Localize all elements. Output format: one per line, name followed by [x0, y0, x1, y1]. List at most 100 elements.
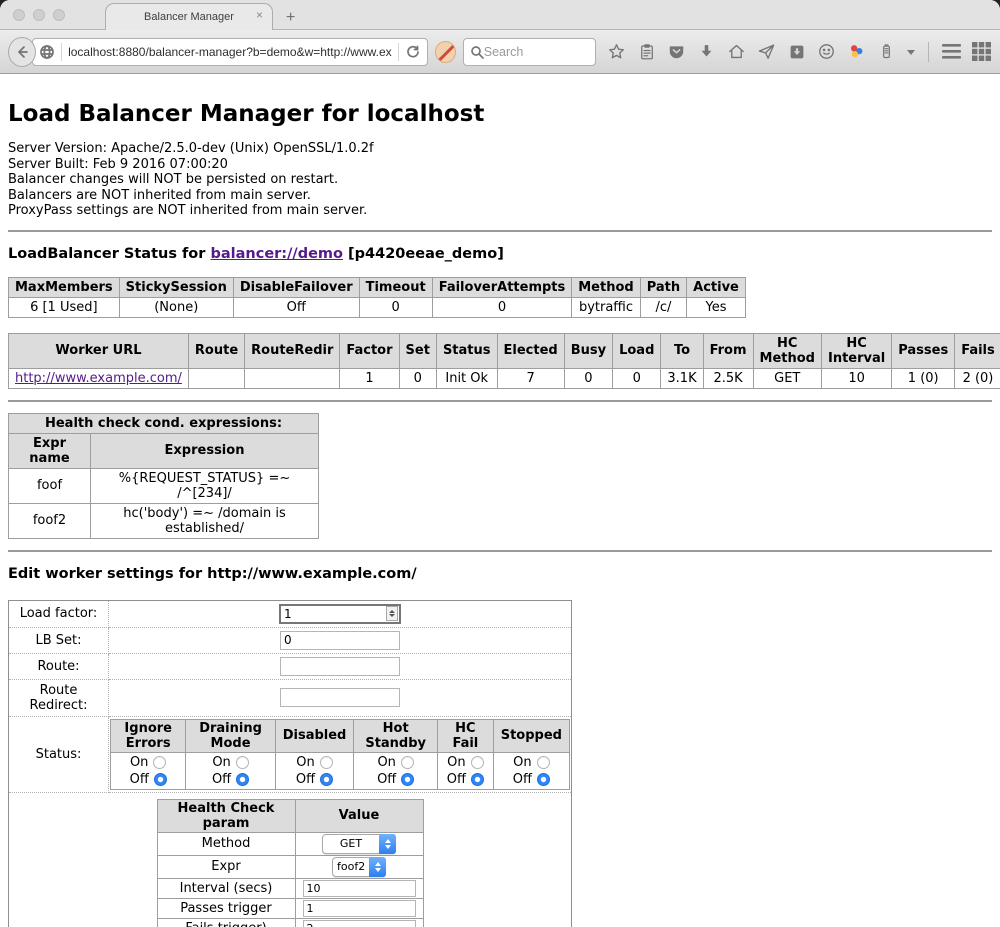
color-dots-icon[interactable] [846, 41, 867, 62]
fails-label: Fails trigger) [157, 918, 295, 927]
radio-off[interactable] [154, 773, 167, 786]
on-label: On [513, 754, 531, 771]
col-timeout: Timeout [359, 277, 432, 297]
cell-method: bytraffic [572, 297, 640, 317]
status-header-row: Ignore Errors Draining Mode Disabled Hot… [111, 719, 570, 752]
col-from: From [703, 333, 753, 368]
cell-worker-url: http://www.example.com/ [9, 368, 189, 388]
fails-input[interactable] [303, 920, 416, 927]
cell-hc-method: GET [753, 368, 821, 388]
url-bar[interactable]: localhost:8880/balancer-manager?b=demo&w… [32, 38, 428, 66]
status-table: Ignore Errors Draining Mode Disabled Hot… [110, 719, 570, 790]
page-title: Load Balancer Manager for localhost [8, 74, 992, 127]
tab-close-icon[interactable]: × [256, 9, 263, 21]
radio-on[interactable] [537, 756, 550, 769]
on-label: On [377, 754, 395, 771]
radio-on[interactable] [153, 756, 166, 769]
home-icon[interactable] [726, 41, 747, 62]
off-label: Off [377, 771, 396, 788]
radio-on[interactable] [401, 756, 414, 769]
search-input[interactable] [484, 45, 584, 59]
balancer-demo-link[interactable]: balancer://demo [210, 246, 343, 262]
radio-off[interactable] [320, 773, 333, 786]
radio-on[interactable] [320, 756, 333, 769]
cell-failoverattempts: 0 [432, 297, 572, 317]
status-label: Status: [9, 716, 109, 792]
edit-worker-form: Load factor: LB Set: Route: Route Redire… [8, 600, 572, 927]
grid-tiles-icon[interactable] [971, 41, 992, 62]
lb-set-input[interactable] [280, 631, 400, 650]
hc-row-fails: Fails trigger) [157, 918, 423, 927]
pocket-icon[interactable] [666, 41, 687, 62]
hc-row-passes: Passes trigger [157, 898, 423, 918]
clipboard-icon[interactable] [636, 41, 657, 62]
form-row-route-redirect: Route Redirect: [9, 679, 572, 716]
window-close-button[interactable] [13, 9, 25, 21]
server-info: Server Version: Apache/2.5.0-dev (Unix) … [8, 141, 992, 219]
cell-expr-name: foof2 [9, 503, 91, 538]
method-select[interactable]: GET [322, 834, 396, 854]
tab-balancer-manager[interactable]: Balancer Manager × [105, 3, 273, 30]
cell-timeout: 0 [359, 297, 432, 317]
cell-route [188, 368, 244, 388]
select-stepper-icon [369, 857, 386, 877]
expr-select[interactable]: foof2 [332, 857, 386, 877]
new-tab-button[interactable]: + [286, 9, 295, 27]
off-label: Off [212, 771, 231, 788]
divider [8, 230, 992, 232]
downloads-icon[interactable] [696, 41, 717, 62]
page-content: Load Balancer Manager for localhost Serv… [0, 74, 1000, 927]
magnifier-icon [470, 45, 484, 59]
reload-icon[interactable] [405, 44, 421, 60]
col-hc-value: Value [295, 799, 423, 832]
load-factor-input[interactable] [279, 604, 401, 624]
radio-off[interactable] [236, 773, 249, 786]
menu-hamburger-icon[interactable] [941, 41, 962, 62]
route-label: Route: [9, 653, 109, 679]
col-hc-method: HC Method [753, 333, 821, 368]
window-zoom-button[interactable] [53, 9, 65, 21]
proxypass-note-line: ProxyPass settings are NOT inherited fro… [8, 203, 992, 219]
radio-off[interactable] [401, 773, 414, 786]
testpilot-battery-icon[interactable] [876, 41, 897, 62]
radio-on[interactable] [471, 756, 484, 769]
window-minimize-button[interactable] [33, 9, 45, 21]
interval-input[interactable] [303, 880, 416, 897]
col-busy: Busy [564, 333, 612, 368]
radio-off[interactable] [471, 773, 484, 786]
form-row-hc-params: Health Check param Value Method GET [9, 792, 572, 927]
passes-input[interactable] [303, 900, 416, 917]
edit-worker-heading: Edit worker settings for http://www.exam… [8, 566, 992, 582]
number-stepper-icon[interactable] [386, 606, 398, 621]
chat-smiley-icon[interactable] [816, 41, 837, 62]
status-cell-stopped: On Off [493, 752, 569, 789]
status-cell-draining-mode: On Off [186, 752, 275, 789]
url-text[interactable]: localhost:8880/balancer-manager?b=demo&w… [68, 45, 392, 59]
col-worker-url: Worker URL [9, 333, 189, 368]
off-label: Off [130, 771, 149, 788]
radio-on[interactable] [236, 756, 249, 769]
worker-url-link[interactable]: http://www.example.com/ [15, 371, 182, 386]
route-redirect-input[interactable] [280, 688, 400, 707]
hc-row-interval: Interval (secs) [157, 878, 423, 898]
send-icon[interactable] [756, 41, 777, 62]
save-page-icon[interactable] [786, 41, 807, 62]
col-ignore-errors: Ignore Errors [111, 719, 186, 752]
toolbar-separator [928, 42, 929, 62]
col-method: Method [572, 277, 640, 297]
load-factor-field[interactable] [281, 607, 386, 621]
route-input[interactable] [280, 657, 400, 676]
col-draining-mode: Draining Mode [186, 719, 275, 752]
expr-row: foof %{REQUEST_STATUS} =~ /^[234]/ [9, 468, 319, 503]
col-hc-interval: HC Interval [821, 333, 891, 368]
content-blocked-icon[interactable] [435, 41, 456, 63]
back-button[interactable] [8, 37, 36, 67]
bookmark-star-icon[interactable] [606, 41, 627, 62]
cell-hc-interval: 10 [821, 368, 891, 388]
col-routeredir: RouteRedir [245, 333, 340, 368]
col-active: Active [687, 277, 746, 297]
search-bar[interactable] [463, 38, 596, 66]
cell-busy: 0 [564, 368, 612, 388]
radio-off[interactable] [537, 773, 550, 786]
caret-down-icon[interactable] [906, 41, 916, 62]
